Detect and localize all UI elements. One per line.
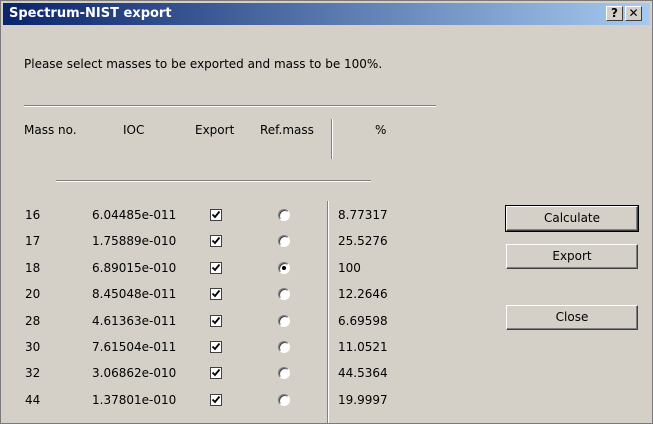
ioc-cell: 6.89015e-010 — [92, 261, 177, 275]
ioc-cell: 1.75889e-010 — [92, 234, 177, 248]
close-button[interactable]: Close — [506, 305, 638, 330]
mass-cell: 44 — [25, 393, 41, 407]
column-header-refmass: Ref.mass — [260, 123, 314, 137]
mass-cell: 18 — [25, 261, 41, 275]
instruction-text: Please select masses to be exported and … — [24, 57, 383, 71]
percent-cell: 12.2646 — [338, 287, 388, 301]
percent-cell: 25.5276 — [338, 234, 388, 248]
mass-cell: 30 — [25, 340, 41, 354]
percent-cell: 6.69598 — [338, 314, 388, 328]
export-checkbox[interactable] — [210, 315, 222, 327]
mass-cell: 17 — [25, 234, 41, 248]
refmass-radio[interactable] — [278, 341, 290, 353]
percent-cell: 44.5364 — [338, 366, 388, 380]
radio-selected-dot — [282, 266, 286, 270]
calculate-button[interactable]: Calculate — [505, 205, 639, 232]
table-column-divider — [327, 201, 329, 423]
column-header-ioc: IOC — [123, 123, 145, 137]
window-title: Spectrum-NIST export — [9, 6, 172, 21]
column-header-export: Export — [195, 123, 235, 137]
nist-export-dialog: Spectrum-NIST export ? ✕ Please select m… — [0, 0, 653, 424]
percent-cell: 11.0521 — [338, 340, 388, 354]
percent-cell: 19.9997 — [338, 393, 388, 407]
export-checkbox[interactable] — [210, 235, 222, 247]
ioc-cell: 7.61504e-011 — [92, 340, 177, 354]
refmass-radio[interactable] — [278, 288, 290, 300]
refmass-radio[interactable] — [278, 235, 290, 247]
refmass-radio[interactable] — [278, 262, 290, 274]
ioc-cell: 4.61363e-011 — [92, 314, 177, 328]
close-window-button[interactable]: ✕ — [625, 6, 642, 21]
mass-cell: 20 — [25, 287, 41, 301]
refmass-radio[interactable] — [278, 367, 290, 379]
export-checkbox[interactable] — [210, 394, 222, 406]
help-button[interactable]: ? — [606, 6, 623, 21]
ioc-cell: 8.45048e-011 — [92, 287, 177, 301]
column-header-percent: % — [375, 123, 387, 137]
export-button[interactable]: Export — [506, 244, 638, 269]
ioc-cell: 6.04485e-011 — [92, 208, 177, 222]
refmass-radio[interactable] — [278, 315, 290, 327]
export-checkbox[interactable] — [210, 341, 222, 353]
ioc-cell: 3.06862e-010 — [92, 366, 177, 380]
mass-cell: 32 — [25, 366, 41, 380]
refmass-radio[interactable] — [278, 394, 290, 406]
header-top-divider — [24, 105, 436, 107]
column-header-mass: Mass no. — [24, 123, 77, 137]
percent-cell: 8.77317 — [338, 208, 388, 222]
mass-cell: 16 — [25, 208, 41, 222]
header-column-divider — [331, 119, 333, 159]
title-bar[interactable]: Spectrum-NIST export ? ✕ — [3, 3, 650, 25]
export-checkbox[interactable] — [210, 262, 222, 274]
mass-cell: 28 — [25, 314, 41, 328]
percent-cell: 100 — [338, 261, 361, 275]
header-bottom-divider — [56, 180, 371, 182]
export-checkbox[interactable] — [210, 209, 222, 221]
ioc-cell: 1.37801e-010 — [92, 393, 177, 407]
export-checkbox[interactable] — [210, 288, 222, 300]
refmass-radio[interactable] — [278, 209, 290, 221]
export-checkbox[interactable] — [210, 367, 222, 379]
